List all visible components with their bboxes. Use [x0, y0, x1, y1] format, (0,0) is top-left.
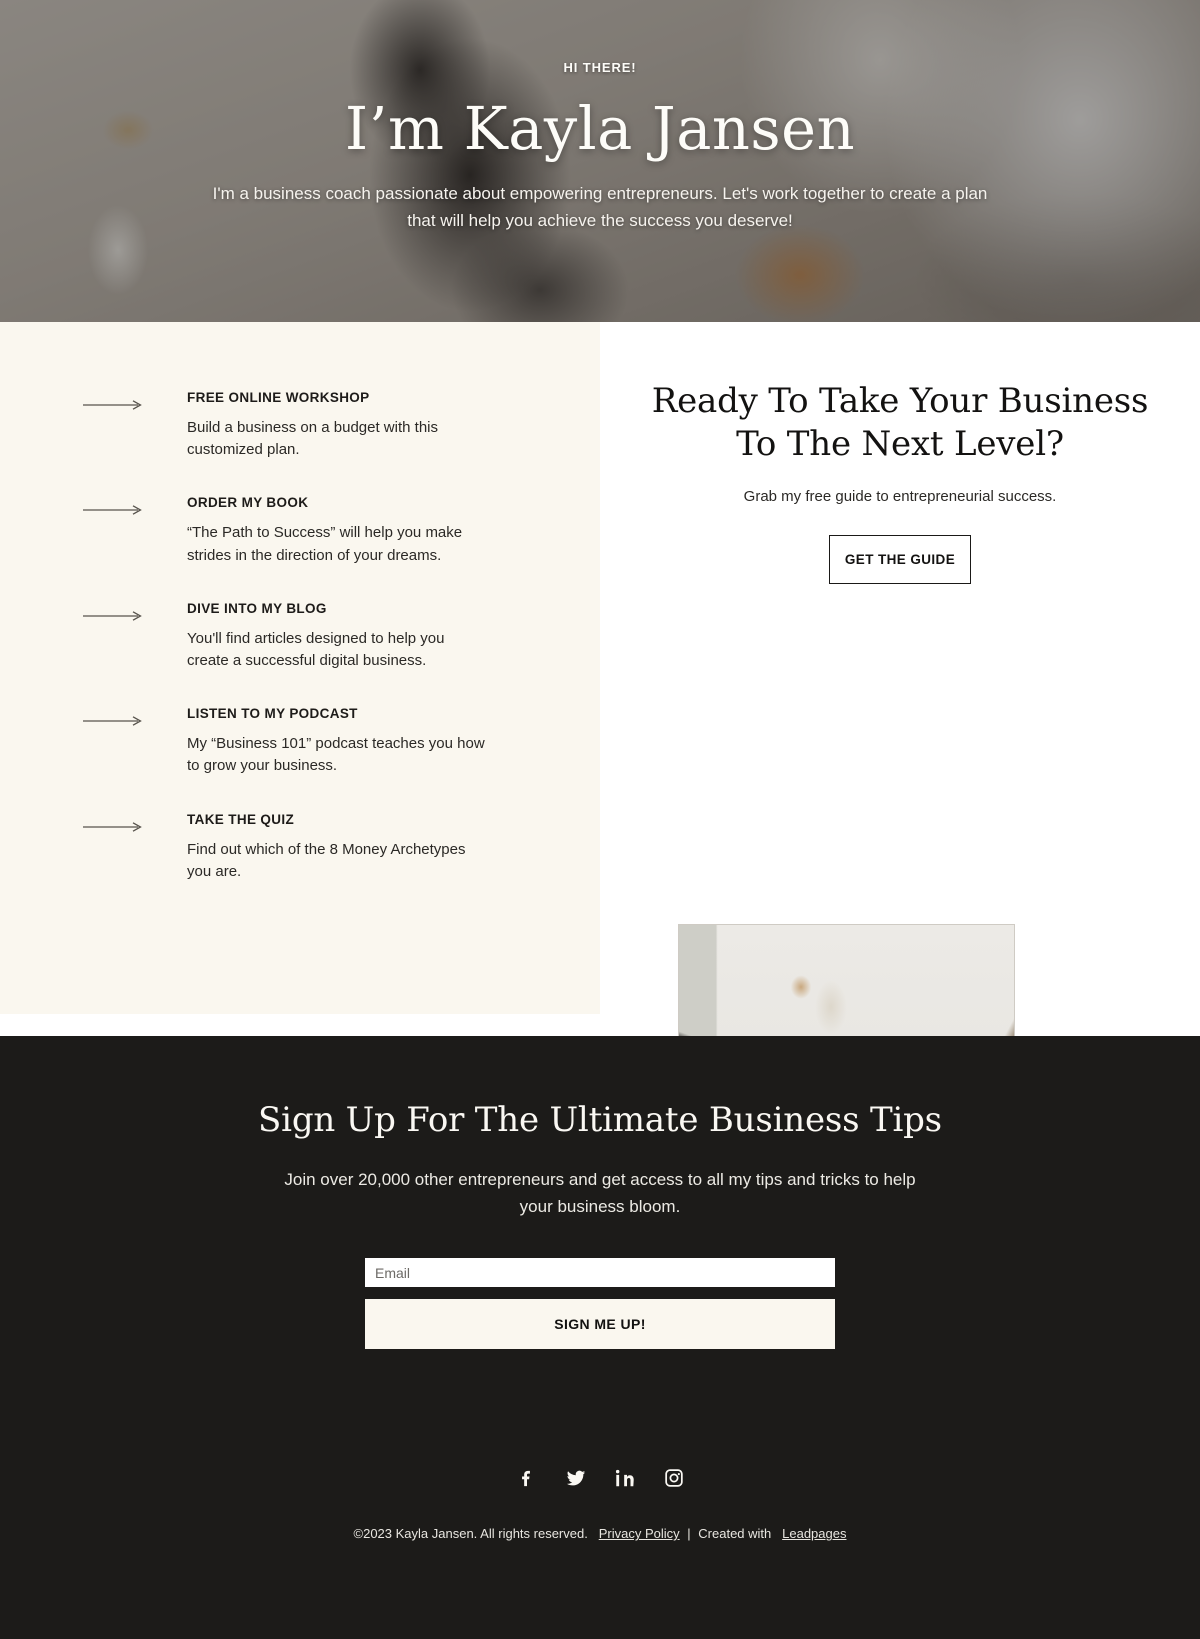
list-item-title: ORDER MY BOOK — [187, 495, 309, 511]
list-item-title: LISTEN TO MY PODCAST — [187, 706, 358, 722]
links-list: FREE ONLINE WORKSHOP Build a business on… — [0, 322, 600, 917]
main-section: FREE ONLINE WORKSHOP Build a business on… — [0, 322, 1200, 1300]
list-item-description: You'll find articles designed to help yo… — [187, 629, 445, 669]
hero-eyebrow: HI THERE! — [563, 60, 637, 75]
privacy-policy-link[interactable]: Privacy Policy — [599, 1526, 680, 1541]
sign-me-up-button[interactable]: SIGN ME UP! — [365, 1299, 835, 1350]
copyright-text: ©2023 Kayla Jansen. All rights reserved. — [353, 1526, 588, 1542]
hero-content: HI THERE! I’m Kayla Jansen I'm a busines… — [0, 0, 1200, 234]
list-item-description: Build a business on a budget with this c… — [187, 419, 438, 459]
email-field[interactable] — [365, 1258, 835, 1288]
legal-line: ©2023 Kayla Jansen. All rights reserved.… — [0, 1526, 1200, 1541]
leadpages-link[interactable]: Leadpages — [782, 1526, 846, 1541]
signup-form: SIGN ME UP! — [365, 1258, 835, 1350]
hero-section: HI THERE! I’m Kayla Jansen I'm a busines… — [0, 0, 1200, 322]
linkedin-icon[interactable] — [614, 1467, 636, 1489]
footer-title: Sign Up For The Ultimate Business Tips — [258, 1100, 942, 1140]
list-item-title: DIVE INTO MY BLOG — [187, 600, 327, 616]
arrow-right-icon — [83, 716, 142, 726]
arrow-right-icon — [83, 505, 142, 516]
list-item-title: FREE ONLINE WORKSHOP — [187, 390, 370, 405]
list-item[interactable]: FREE ONLINE WORKSHOP Build a business on… — [0, 390, 600, 461]
legal-separator: | — [687, 1526, 691, 1542]
cta-column: Ready To Take Your Business To The Next … — [600, 322, 1200, 1300]
cta-subtitle: Grab my free guide to entrepreneurial su… — [743, 488, 1057, 506]
social-links — [0, 1467, 1200, 1489]
instagram-icon[interactable] — [663, 1467, 685, 1489]
footer-subtitle: Join over 20,000 other entrepreneurs and… — [284, 1170, 916, 1217]
list-item-description: My “Business 101” podcast teaches you ho… — [187, 735, 485, 775]
signup-footer-section: Sign Up For The Ultimate Business Tips J… — [0, 1036, 1200, 1639]
arrow-right-icon — [83, 821, 142, 832]
cta-title: Ready To Take Your Business To The Next … — [651, 381, 1149, 465]
created-with-text: Created with — [698, 1526, 772, 1542]
arrow-right-icon — [83, 610, 142, 621]
arrow-right-icon — [83, 400, 142, 410]
list-item-description: “The Path to Success” will help you make… — [187, 524, 463, 564]
list-item[interactable]: LISTEN TO MY PODCAST My “Business 101” p… — [0, 706, 600, 777]
twitter-icon[interactable] — [565, 1467, 587, 1489]
hero-subtitle: I'm a business coach passionate about em… — [212, 184, 988, 230]
list-item-title: TAKE THE QUIZ — [187, 811, 295, 827]
get-the-guide-button[interactable]: GET THE GUIDE — [829, 535, 971, 585]
list-item[interactable]: ORDER MY BOOK “The Path to Success” will… — [0, 495, 600, 566]
list-item[interactable]: DIVE INTO MY BLOG You'll find articles d… — [0, 601, 600, 672]
list-item-description: Find out which of the 8 Money Archetypes… — [187, 840, 466, 880]
facebook-icon[interactable] — [516, 1467, 538, 1489]
list-item[interactable]: TAKE THE QUIZ Find out which of the 8 Mo… — [0, 812, 600, 883]
page-title: I’m Kayla Jansen — [344, 94, 856, 163]
